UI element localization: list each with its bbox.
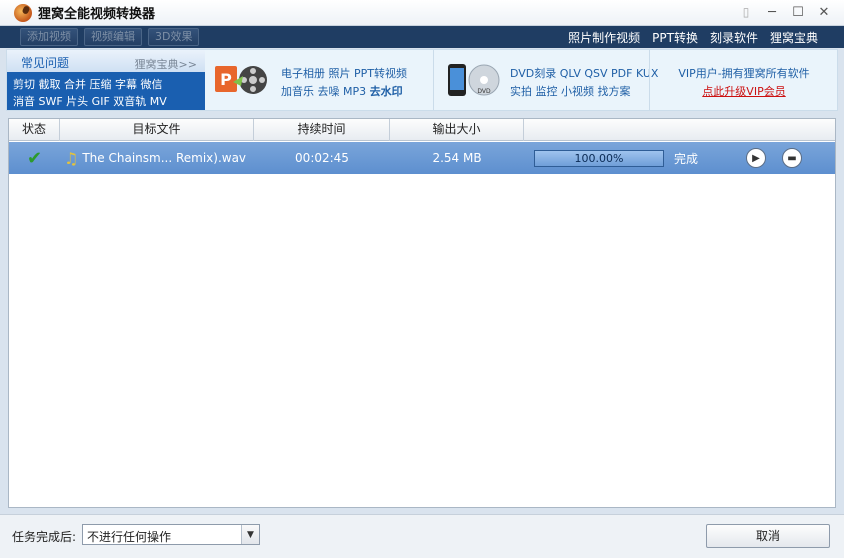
liwo-guide-link[interactable]: 狸窝宝典	[770, 29, 818, 46]
ppt-film-icon: P	[215, 66, 267, 94]
promo-ppt-line-2a: 加音乐 去噪 MP3	[281, 85, 370, 98]
promo-vip: VIP用户-拥有狸窝所有软件 点此升级VIP会员	[649, 50, 837, 110]
window-title: 狸窝全能视频转换器	[38, 7, 156, 22]
task-table: 状态 目标文件 持续时间 输出大小 ✔ ♫ The Chainsm... Rem…	[8, 118, 836, 508]
cancel-button[interactable]: 取消	[706, 524, 830, 548]
title-bar: 狸窝全能视频转换器 ▯ ─ ☐ ✕	[0, 0, 844, 26]
video-edit-button[interactable]: 视频编辑	[84, 28, 142, 46]
promo-ppt-line-2[interactable]: 加音乐 去噪 MP3 去水印	[281, 83, 403, 99]
header-status[interactable]: 状态	[9, 119, 60, 141]
vip-upgrade-wrap: 点此升级VIP会员	[650, 83, 838, 99]
play-icon[interactable]: ▶	[746, 148, 766, 168]
header-output-size[interactable]: 输出大小	[390, 119, 524, 141]
size-cell: 2.54 MB	[432, 151, 482, 165]
duration-cell: 00:02:45	[295, 151, 349, 165]
promo-banner: 常见问题 狸窝宝典>> 剪切 截取 合并 压缩 字幕 微信 消音 SWF 片头 …	[6, 49, 838, 111]
add-video-button[interactable]: 添加视频	[20, 28, 78, 46]
watermark-remove-link[interactable]: 去水印	[370, 85, 403, 98]
progress-text: 100.00%	[574, 151, 624, 165]
header-progress	[524, 119, 835, 141]
promo-dvd-line-1[interactable]: DVD刻录 QLV QSV PDF KUX	[510, 65, 658, 81]
header-target-file[interactable]: 目标文件	[60, 119, 254, 141]
after-task-select[interactable]: 不进行任何操作 ▼	[82, 524, 260, 545]
check-icon: ✔	[26, 147, 43, 169]
progress-bar: 100.00%	[534, 149, 664, 167]
close-icon[interactable]: ✕	[814, 3, 834, 21]
table-header: 状态 目标文件 持续时间 输出大小	[9, 119, 835, 141]
promo-dvd-line-2[interactable]: 实拍 监控 小视频 找方案	[510, 83, 631, 99]
after-task-select-value: 不进行任何操作	[87, 530, 172, 544]
header-duration[interactable]: 持续时间	[254, 119, 390, 141]
promo-ppt[interactable]: P 电子相册 照片 PPT转视频 加音乐 去噪 MP3 去水印	[205, 50, 433, 110]
chevron-down-icon[interactable]: ▼	[241, 525, 259, 544]
vip-upgrade-link[interactable]: 点此升级VIP会员	[702, 85, 785, 98]
faq-more-link[interactable]: 狸窝宝典>>	[135, 56, 197, 72]
faq-title[interactable]: 常见问题	[21, 54, 69, 71]
ppt-convert-link[interactable]: PPT转换	[652, 29, 698, 46]
maximize-icon[interactable]: ☐	[788, 3, 808, 21]
3d-effect-button[interactable]: 3D效果	[148, 28, 200, 46]
promo-dvd[interactable]: DVD DVD刻录 QLV QSV PDF KUX 实拍 监控 小视频 找方案	[433, 50, 658, 110]
table-row[interactable]: ✔ ♫ The Chainsm... Remix).wav 00:02:45 2…	[9, 142, 835, 174]
photo-video-link[interactable]: 照片制作视频	[568, 29, 640, 46]
svg-text:P: P	[220, 70, 232, 89]
burn-software-link[interactable]: 刻录软件	[710, 29, 758, 46]
footer-bar: 任务完成后: 不进行任何操作 ▼ 取消	[0, 514, 844, 558]
vip-description: VIP用户-拥有狸窝所有软件	[678, 67, 810, 80]
toolbar: 添加视频 视频编辑 3D效果 照片制作视频 PPT转换 刻录软件 狸窝宝典	[0, 26, 844, 48]
toolbar-links: 照片制作视频 PPT转换 刻录软件 狸窝宝典	[568, 26, 818, 48]
faq-topics-line-2[interactable]: 消音 SWF 片头 GIF 双音轨 MV	[13, 93, 167, 109]
music-note-icon: ♫	[64, 148, 79, 168]
progress-cell: 100.00% 完成	[524, 142, 744, 174]
phone-dvd-icon: DVD	[448, 64, 500, 96]
after-task-label: 任务完成后:	[12, 530, 77, 544]
promo-ppt-line-1[interactable]: 电子相册 照片 PPT转视频	[281, 65, 407, 81]
status-text: 完成	[674, 151, 699, 166]
svg-text:DVD: DVD	[477, 88, 491, 95]
app-logo-icon	[14, 3, 32, 22]
folder-icon[interactable]: ▬	[782, 148, 802, 168]
faq-topics-line-1[interactable]: 剪切 截取 合并 压缩 字幕 微信	[13, 76, 162, 92]
file-cell: ♫ The Chainsm... Remix).wav	[60, 142, 254, 174]
file-name: The Chainsm... Remix).wav	[82, 151, 247, 165]
minimize-icon[interactable]: ─	[762, 3, 782, 21]
faq-header: 常见问题 狸窝宝典>>	[7, 50, 205, 72]
faq-panel: 常见问题 狸窝宝典>> 剪切 截取 合并 压缩 字幕 微信 消音 SWF 片头 …	[7, 50, 205, 110]
window-controls: ▯ ─ ☐ ✕	[736, 3, 834, 21]
pin-icon[interactable]: ▯	[736, 3, 756, 21]
